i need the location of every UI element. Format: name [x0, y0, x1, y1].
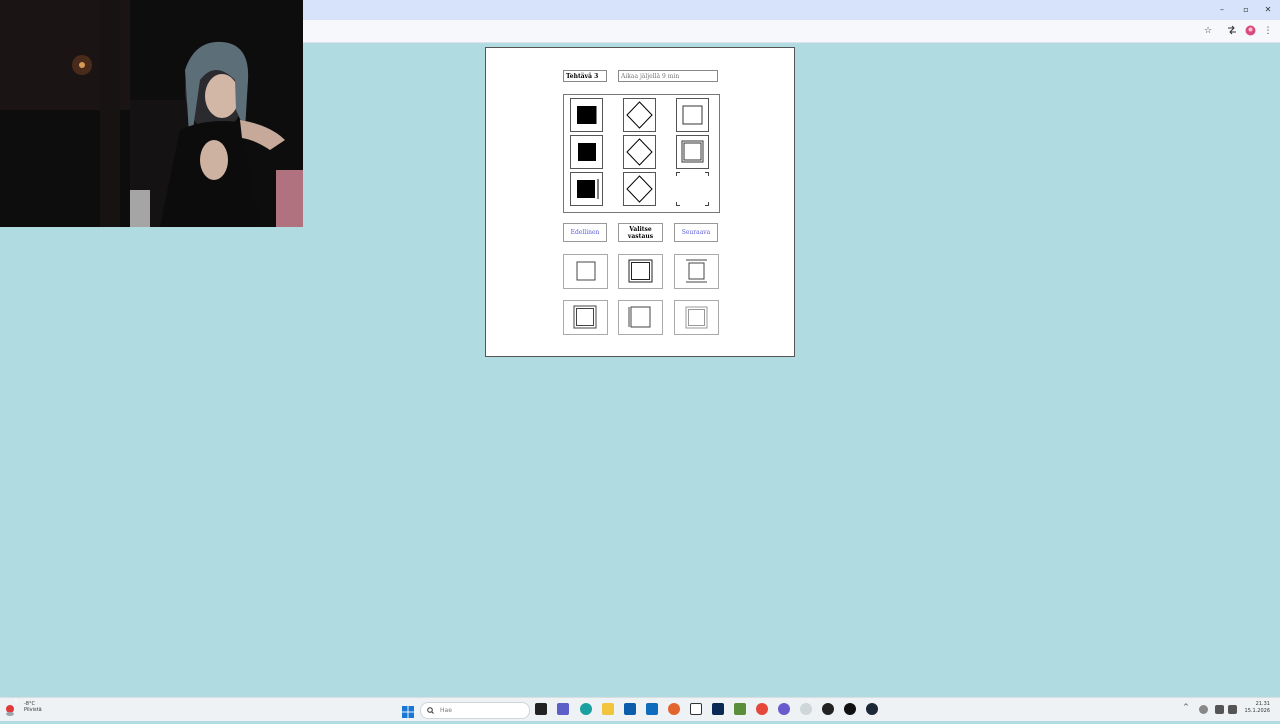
- matrix-cell: [623, 135, 656, 169]
- discord-icon[interactable]: [778, 703, 790, 715]
- app-icon[interactable]: [844, 703, 856, 715]
- puzzle-matrix: [563, 94, 720, 213]
- filled-square-icon: [577, 106, 597, 124]
- bookmark-star-icon[interactable]: ☆: [1202, 25, 1214, 37]
- matrix-cell: [570, 98, 603, 132]
- missing-cell: [676, 172, 709, 206]
- windows-start-icon[interactable]: [402, 703, 414, 722]
- wifi-icon[interactable]: [1215, 705, 1224, 714]
- extensions-icon[interactable]: [1226, 25, 1238, 37]
- mail-icon[interactable]: [646, 703, 658, 715]
- windows-taskbar: 3 -8°C Pilvistä Hae ^ 21.31 15.1.2026: [0, 697, 1280, 721]
- file-explorer-icon[interactable]: [602, 703, 614, 715]
- task-view-icon[interactable]: [535, 703, 547, 715]
- search-icon: [427, 703, 434, 724]
- weather-widget[interactable]: -8°C Pilvistä: [24, 701, 42, 713]
- profile-avatar[interactable]: [1244, 25, 1256, 37]
- diamond-icon: [626, 138, 653, 166]
- double-square-icon: [681, 140, 704, 163]
- firefox-icon[interactable]: [668, 703, 680, 715]
- answer-option-6[interactable]: [674, 300, 719, 335]
- edge-icon[interactable]: [580, 703, 592, 715]
- search-placeholder: Hae: [440, 707, 452, 714]
- clock-date: 15.1.2026: [1244, 708, 1270, 714]
- test-page: Tehtävä 3 Aikaa jäljellä 9 min Edellinen…: [485, 47, 795, 357]
- taskbar-search[interactable]: Hae: [420, 702, 530, 719]
- empty-cell-brackets-icon: [676, 172, 709, 206]
- answer-option-4[interactable]: [563, 300, 608, 335]
- answer-option-2[interactable]: [618, 254, 663, 289]
- taskbar-clock[interactable]: 21.31 15.1.2026: [1245, 701, 1270, 715]
- filled-square-icon: [578, 143, 596, 161]
- volume-icon[interactable]: [1228, 705, 1237, 714]
- photoshop-icon[interactable]: [712, 703, 724, 715]
- obs-icon[interactable]: [822, 703, 834, 715]
- bracketed-square-icon: [686, 259, 707, 283]
- teams-icon[interactable]: [557, 703, 569, 715]
- steam-icon[interactable]: [866, 703, 878, 715]
- weather-badge: 3: [14, 699, 18, 705]
- choose-answer-button[interactable]: Valitse vastaus: [618, 223, 663, 242]
- diamond-icon: [626, 175, 653, 203]
- dropbox-icon[interactable]: [690, 703, 702, 715]
- tray-app-icon[interactable]: [1199, 705, 1208, 714]
- browser-menu-icon[interactable]: ⋮: [1262, 25, 1274, 37]
- minimize-button[interactable]: –: [1216, 4, 1228, 16]
- matrix-cell: [676, 98, 709, 132]
- chrome-icon[interactable]: [756, 703, 768, 715]
- clock-time: 21.31: [1255, 701, 1270, 707]
- settings-gear-icon[interactable]: [800, 703, 812, 715]
- task-number-label: Tehtävä 3: [563, 70, 607, 82]
- weather-condition: Pilvistä: [24, 707, 42, 713]
- next-button[interactable]: Seuraava: [674, 223, 718, 242]
- matrix-cell: [623, 98, 656, 132]
- answer-option-1[interactable]: [563, 254, 608, 289]
- answer-option-5[interactable]: [618, 300, 663, 335]
- filled-square-icon: [577, 179, 599, 199]
- matrix-cell: [676, 135, 709, 169]
- store-icon[interactable]: [624, 703, 636, 715]
- webcam-overlay: [0, 0, 303, 227]
- offset-square-icon: [628, 306, 651, 328]
- previous-button[interactable]: Edellinen: [563, 223, 607, 242]
- tray-chevron-icon[interactable]: ^: [1183, 703, 1189, 711]
- outline-square-icon: [682, 105, 703, 125]
- time-remaining-label: Aikaa jäljellä 9 min: [618, 70, 718, 82]
- close-button[interactable]: ✕: [1262, 4, 1274, 16]
- diamond-icon: [626, 101, 653, 129]
- matrix-cell: [570, 172, 603, 206]
- matrix-cell: [570, 135, 603, 169]
- webcam-feed-image: [0, 0, 303, 227]
- double-square-icon: [628, 259, 653, 283]
- minecraft-icon[interactable]: [734, 703, 746, 715]
- answer-option-3[interactable]: [674, 254, 719, 289]
- double-square-icon: [685, 306, 708, 329]
- matrix-cell: [623, 172, 656, 206]
- double-square-icon: [573, 305, 597, 329]
- maximize-button[interactable]: ▫: [1240, 4, 1252, 16]
- outline-square-icon: [576, 261, 596, 281]
